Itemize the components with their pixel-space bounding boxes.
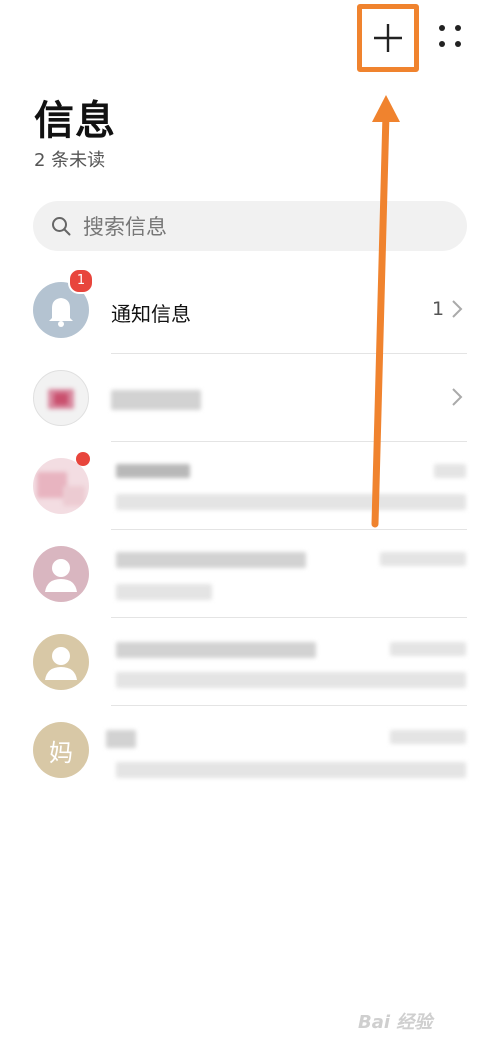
annotation-arrow <box>371 95 400 528</box>
watermark: Bai 经验 <box>358 1012 433 1033</box>
